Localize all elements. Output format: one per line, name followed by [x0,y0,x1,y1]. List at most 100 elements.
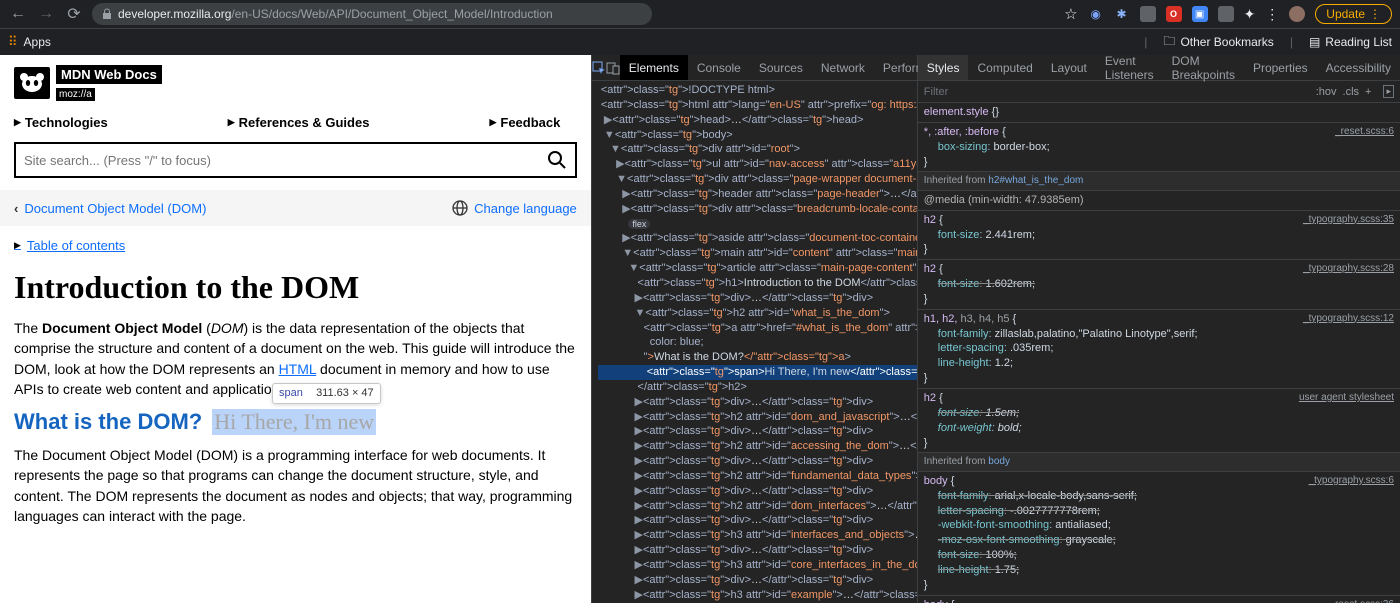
breadcrumb-back[interactable]: ‹ Document Object Model (DOM) [14,201,206,216]
search-icon[interactable] [547,150,567,170]
extension-icon[interactable]: ◉ [1088,6,1104,22]
dom-node[interactable]: ">What is the DOM?</"attr">class="tg">a> [598,350,917,365]
dom-node[interactable]: ▶<attr">class="tg">h3 attr">id="example"… [598,588,917,603]
star-icon[interactable]: ☆ [1064,5,1077,23]
browser-toolbar: ← → ⟳ developer.mozilla.org/en-US/docs/W… [0,0,1400,29]
devtools-tab-network[interactable]: Network [812,55,874,80]
filter-button[interactable]: + [1365,86,1371,98]
devtools-tab-console[interactable]: Console [688,55,750,80]
dom-node[interactable]: ▶<attr">class="tg">h2 attr">id="accessin… [598,439,917,454]
apps-shortcut[interactable]: ⠿ Apps [8,34,51,50]
device-toolbar-icon[interactable] [606,55,620,80]
dom-node[interactable]: ▶<attr">class="tg">div attr">class="brea… [598,202,917,217]
search-input[interactable] [24,153,547,168]
nav-technologies[interactable]: ▶Technologies [14,115,108,130]
css-rule[interactable]: h2 {_typography.scss:28font-size: 1.602r… [918,260,1400,310]
devtools-tabbar: ElementsConsoleSourcesNetworkPerformance… [592,55,917,81]
dom-node[interactable]: ▶<attr">class="tg">div>…</attr">class="t… [598,513,917,528]
dom-node[interactable]: <attr">class="tg">a attr">href="#what_is… [598,321,917,336]
dom-node[interactable]: ▶<attr">class="tg">ul attr">id="nav-acce… [598,157,917,172]
styles-tab-properties[interactable]: Properties [1244,55,1317,80]
reading-list[interactable]: ▤ Reading List [1309,35,1392,49]
update-button[interactable]: Update⋮ [1315,4,1392,24]
dom-node[interactable]: ▶<attr">class="tg">aside attr">class="do… [598,231,917,246]
mdn-logo[interactable]: MDN Web Docs moz://a [14,65,577,101]
reload-button[interactable]: ⟳ [64,4,84,24]
styles-tab-layout[interactable]: Layout [1042,55,1096,80]
filter-input[interactable]: Filter [924,86,948,98]
filter-button[interactable]: :hov [1316,86,1337,98]
dom-node[interactable]: <attr">class="tg">span>Hi There, I'm new… [598,365,917,380]
section-paragraph: The Document Object Model (DOM) is a pro… [14,445,577,526]
extension-icon[interactable] [1140,6,1156,22]
dom-tree[interactable]: <attr">class="tg">!DOCTYPE html> <attr">… [592,81,917,603]
devtools-tab-elements[interactable]: Elements [620,55,688,80]
styles-tab-computed[interactable]: Computed [968,55,1041,80]
html-link[interactable]: HTML [279,361,317,377]
inspect-element-icon[interactable] [592,55,606,80]
css-rule[interactable]: h2 {user agent stylesheetfont-size: 1.5e… [918,389,1400,453]
dom-node[interactable]: ▶<attr">class="tg">h2 attr">id="dom_and_… [598,410,917,425]
styles-tab-accessibility[interactable]: Accessibility [1317,55,1400,80]
styles-filter-row: Filter :hov .cls + ▸ [918,81,1400,103]
webpage-content: MDN Web Docs moz://a ▶Technologies ▶Refe… [0,55,591,603]
dom-node[interactable]: ▶<attr">class="tg">h2 attr">id="dom_inte… [598,499,917,514]
address-bar[interactable]: developer.mozilla.org/en-US/docs/Web/API… [92,3,652,25]
extension-icon[interactable]: ▣ [1192,6,1208,22]
css-rule[interactable]: body {_typography.scss:6font-family: ari… [918,472,1400,596]
dom-node[interactable]: ▶<attr">class="tg">div>…</attr">class="t… [598,291,917,306]
puzzle-icon[interactable]: ✦ [1244,6,1256,23]
profile-avatar[interactable] [1289,6,1305,22]
dom-node[interactable]: ▶<attr">class="tg">div>…</attr">class="t… [598,573,917,588]
dom-node[interactable]: ▶<attr">class="tg">h3 attr">id="core_int… [598,558,917,573]
dom-node[interactable]: ▶<attr">class="tg">h2 attr">id="fundamen… [598,469,917,484]
dom-node[interactable]: ▶<attr">class="tg">h3 attr">id="interfac… [598,528,917,543]
dom-node[interactable]: ▶<attr">class="tg">div>…</attr">class="t… [598,395,917,410]
other-bookmarks[interactable]: 🗀 Other Bookmarks [1163,32,1273,53]
back-button[interactable]: ← [8,4,28,24]
dom-node[interactable]: color: blue; [598,335,917,350]
dom-node[interactable]: flex [598,217,917,232]
extension-icon[interactable]: ✱ [1114,6,1130,22]
dom-node[interactable]: ▶<attr">class="tg">div>…</attr">class="t… [598,484,917,499]
dom-node[interactable]: ▶<attr">class="tg">header attr">class="p… [598,187,917,202]
nav-feedback[interactable]: ▶Feedback [489,115,560,130]
dom-node[interactable]: ▼<attr">class="tg">main attr">id="conten… [598,246,917,261]
dom-node[interactable]: ▼<attr">class="tg">div attr">id="root"> [598,142,917,157]
styles-tab-dom-breakpoints[interactable]: DOM Breakpoints [1163,55,1244,80]
dom-node[interactable]: ▶<attr">class="tg">div>…</attr">class="t… [598,424,917,439]
css-rule[interactable]: h2 {_typography.scss:35font-size: 2.441r… [918,211,1400,261]
breadcrumb-bar: ‹ Document Object Model (DOM) Change lan… [0,190,591,226]
css-rule[interactable]: h1, h2, h3, h4, h5 {_typography.scss:12f… [918,310,1400,389]
dom-node[interactable]: ▼<attr">class="tg">h2 attr">id="what_is_… [598,306,917,321]
forward-button[interactable]: → [36,4,56,24]
mdn-main-nav: ▶Technologies ▶References & Guides ▶Feed… [0,101,591,130]
toggle-panel-icon[interactable]: ▸ [1383,85,1394,98]
dom-node[interactable]: <attr">class="tg">html attr">lang="en-US… [598,98,917,113]
css-rule[interactable]: body {_reset.scss:36min-height: 100vh;sc… [918,596,1400,603]
table-of-contents-toggle[interactable]: ▶Table of contents [0,226,591,253]
filter-button[interactable]: .cls [1343,86,1360,98]
bookmark-bar: ⠿ Apps | 🗀 Other Bookmarks | ▤ Reading L… [0,29,1400,55]
dom-node[interactable]: <attr">class="tg">!DOCTYPE html> [598,83,917,98]
devtools-tab-sources[interactable]: Sources [750,55,812,80]
styles-tab-styles[interactable]: Styles [918,55,969,80]
dom-node[interactable]: ▶<attr">class="tg">head>…</attr">class="… [598,113,917,128]
dom-node[interactable]: ▼<attr">class="tg">body> [598,128,917,143]
dom-node[interactable]: ▶<attr">class="tg">div>…</attr">class="t… [598,543,917,558]
extension-icon[interactable]: O [1166,6,1182,22]
styles-rules[interactable]: element.style {}*, :after, :before {_res… [918,103,1400,603]
dom-node[interactable]: ▶<attr">class="tg">div>…</attr">class="t… [598,454,917,469]
dom-node[interactable]: ▼<attr">class="tg">article attr">class="… [598,261,917,276]
dom-node[interactable]: <attr">class="tg">h1>Introduction to the… [598,276,917,291]
menu-icon[interactable]: ⋮ [1265,6,1279,23]
css-rule[interactable]: element.style {} [918,103,1400,123]
heading-permalink[interactable]: What is the DOM? [14,409,202,434]
dom-node[interactable]: ▼<attr">class="tg">div attr">class="page… [598,172,917,187]
styles-tab-event-listeners[interactable]: Event Listeners [1096,55,1163,80]
change-language[interactable]: Change language [452,200,577,216]
nav-references[interactable]: ▶References & Guides [228,115,370,130]
css-rule[interactable]: *, :after, :before {_reset.scss:6box-siz… [918,123,1400,173]
dom-node[interactable]: </attr">class="tg">h2> [598,380,917,395]
extension-icon[interactable] [1218,6,1234,22]
